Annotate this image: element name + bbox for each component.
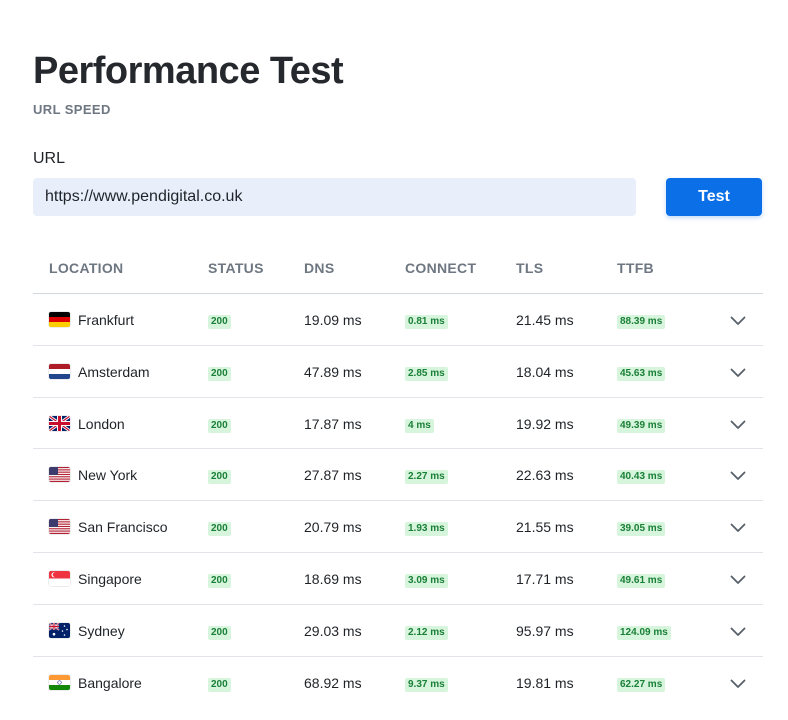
uk-flag-icon [49,415,70,431]
status-badge: 200 [208,677,231,692]
connect-badge: 4 ms [405,418,434,433]
location-name: Singapore [78,570,142,587]
connect-badge: 3.09 ms [405,573,448,588]
ttfb-badge: 49.61 ms [617,573,666,588]
tls-value: 21.55 ms [516,519,574,536]
status-badge: 200 [208,418,231,433]
column-header-status: STATUS [208,260,264,276]
connect-badge: 2.12 ms [405,625,448,640]
connect-badge: 9.37 ms [405,677,448,692]
tls-value: 19.92 ms [516,415,574,432]
location-name: Frankfurt [78,312,135,328]
location-name: Bangalore [78,674,142,691]
dns-value: 29.03 ms [304,622,362,639]
ttfb-badge: 124.09 ms [617,625,671,640]
table-row[interactable]: San Francisco 200 20.79 ms 1.93 ms 21.55 ms 3… [33,501,763,553]
dns-value: 20.79 ms [304,519,362,536]
column-header-dns: DNS [304,260,335,276]
tls-value: 17.71 ms [516,570,574,587]
usa-flag-icon [49,519,70,535]
ttfb-badge: 49.39 ms [617,418,666,433]
page-subtitle: URL SPEED [33,102,111,117]
table-row[interactable]: Bangalore 200 68.92 ms 9.37 ms 19.81 ms 62.27… [33,657,763,709]
location-name: Amsterdam [78,363,150,380]
status-badge: 200 [208,625,231,640]
url-input[interactable] [33,178,636,216]
column-header-connect: CONNECT [405,260,477,276]
dns-value: 18.69 ms [304,570,362,587]
table-row[interactable]: Singapore 200 18.69 ms 3.09 ms 17.71 ms 49.61… [33,553,763,605]
table-body: Frankfurt 200 19.09 ms 0.81 ms 21.45 ms 88.39… [33,294,763,708]
connect-badge: 2.27 ms [405,470,448,485]
chevron-down-icon[interactable] [730,523,746,533]
chevron-down-icon[interactable] [730,575,746,585]
url-label: URL [33,150,66,167]
status-badge: 200 [208,366,231,381]
dns-value: 19.09 ms [304,312,362,328]
location-name: San Francisco [78,519,168,536]
location-name: Sydney [78,622,125,639]
connect-badge: 0.81 ms [405,315,448,329]
tls-value: 19.81 ms [516,674,574,691]
australia-flag-icon [49,622,70,638]
chevron-down-icon[interactable] [730,679,746,689]
column-header-tls: TLS [516,260,544,276]
status-badge: 200 [208,522,231,537]
table-row[interactable]: Sydney 200 29.03 ms 2.12 ms 95.97 ms 124.09 m… [33,605,763,657]
results-table: LOCATION STATUS DNS CONNECT TLS TTFB Fra… [33,243,763,708]
ttfb-badge: 39.05 ms [617,522,666,537]
table-row[interactable]: Amsterdam 200 47.89 ms 2.85 ms 18.04 ms 45.63… [33,346,763,398]
tls-value: 18.04 ms [516,363,574,380]
tls-value: 95.97 ms [516,622,574,639]
ttfb-badge: 45.63 ms [617,366,666,381]
dns-value: 68.92 ms [304,674,362,691]
dns-value: 17.87 ms [304,415,362,432]
chevron-down-icon[interactable] [730,471,746,481]
status-badge: 200 [208,315,231,329]
chevron-down-icon[interactable] [730,420,746,430]
chevron-down-icon[interactable] [730,316,746,326]
chevron-down-icon[interactable] [730,368,746,378]
usa-flag-icon [49,467,70,483]
table-header: LOCATION STATUS DNS CONNECT TLS TTFB [33,243,763,294]
status-badge: 200 [208,470,231,485]
dns-value: 47.89 ms [304,363,362,380]
location-name: London [78,415,125,432]
ttfb-badge: 40.43 ms [617,470,666,485]
test-button[interactable]: Test [666,178,762,216]
table-row[interactable]: Frankfurt 200 19.09 ms 0.81 ms 21.45 ms 88.39… [33,294,763,346]
ttfb-badge: 62.27 ms [617,677,666,692]
table-row[interactable]: London 200 17.87 ms 4 ms 19.92 ms 49.39 ms [33,398,763,450]
chevron-down-icon[interactable] [730,627,746,637]
tls-value: 22.63 ms [516,467,574,484]
column-header-location: LOCATION [49,260,124,276]
ttfb-badge: 88.39 ms [617,315,666,329]
connect-badge: 1.93 ms [405,522,448,537]
tls-value: 21.45 ms [516,312,574,328]
column-header-ttfb: TTFB [617,260,654,276]
dns-value: 27.87 ms [304,467,362,484]
netherlands-flag-icon [49,363,70,379]
singapore-flag-icon [49,570,70,586]
location-name: New York [78,467,138,484]
germany-flag-icon [49,312,70,327]
status-badge: 200 [208,573,231,588]
india-flag-icon [49,674,70,690]
table-row[interactable]: New York 200 27.87 ms 2.27 ms 22.63 ms 40.43 … [33,449,763,502]
page-title: Performance Test [33,50,344,92]
connect-badge: 2.85 ms [405,366,448,381]
